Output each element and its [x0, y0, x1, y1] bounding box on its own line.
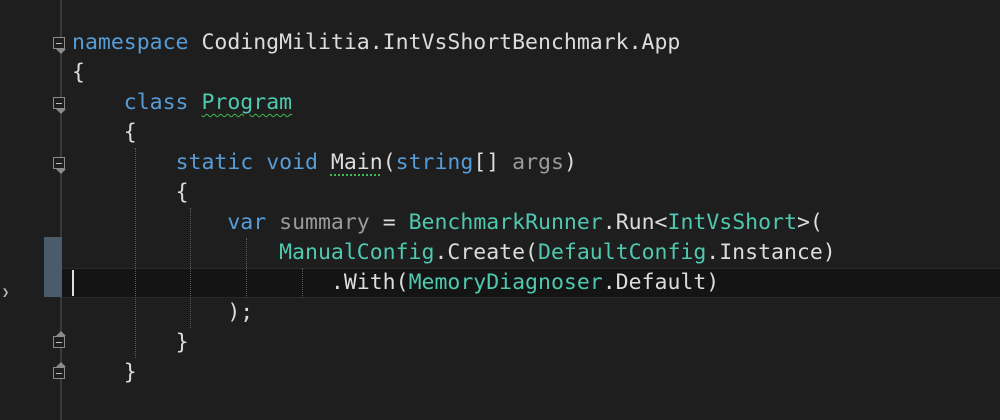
code-token: ); [227, 300, 254, 325]
code-token: = [369, 210, 409, 235]
code-token: BenchmarkRunner [408, 210, 603, 235]
code-line[interactable]: { [72, 178, 189, 208]
code-token: [] [473, 150, 513, 175]
code-line[interactable]: ManualConfig.Create(DefaultConfig.Instan… [72, 238, 836, 268]
code-token: ( [382, 150, 396, 175]
collapse-method-icon[interactable] [53, 157, 65, 169]
fold-tail-icon [56, 169, 66, 174]
line-marker-icon: ❯ [2, 285, 10, 299]
code-line[interactable]: } [72, 358, 137, 388]
code-line[interactable]: { [72, 58, 85, 88]
code-token: CodingMilitia.IntVsShortBenchmark.App [188, 30, 681, 55]
code-editor[interactable]: ❯ namespace CodingMilitia.IntVsShortBenc… [0, 0, 1000, 420]
code-token: .Instance) [706, 240, 836, 265]
code-token: IntVsShort [667, 210, 797, 235]
code-line[interactable]: var summary = BenchmarkRunner.Run<IntVsS… [72, 208, 823, 238]
code-line[interactable]: class Program [72, 88, 292, 118]
code-token: namespace [72, 30, 189, 55]
fold-tail-icon [56, 49, 66, 54]
code-token: >( [796, 210, 823, 235]
code-token: .Run< [602, 210, 668, 235]
fold-end-class-icon [53, 367, 65, 379]
code-line[interactable]: { [72, 118, 137, 148]
code-token: } [123, 360, 137, 385]
code-token: .Default) [602, 270, 720, 295]
code-line[interactable]: namespace CodingMilitia.IntVsShortBenchm… [72, 28, 680, 58]
code-line[interactable]: ); [72, 298, 253, 328]
fold-end-method-icon [53, 336, 65, 348]
code-token: summary [279, 210, 370, 235]
code-token: { [123, 120, 137, 145]
code-token: void [266, 150, 318, 175]
code-token: string [395, 150, 474, 175]
text-caret [72, 270, 74, 296]
change-tracking-bar [44, 237, 62, 297]
code-line[interactable]: static void Main(string[] args) [72, 148, 577, 178]
code-line[interactable]: .With(MemoryDiagnoser.Default) [72, 268, 719, 298]
collapse-class-icon[interactable] [53, 97, 65, 109]
code-token: class [123, 90, 189, 115]
code-token: args [512, 150, 564, 175]
code-token: Program [201, 90, 293, 115]
code-token: DefaultConfig [538, 240, 707, 265]
code-token: ManualConfig [279, 240, 435, 265]
collapse-namespace-icon[interactable] [53, 37, 65, 49]
fold-tail-icon [56, 109, 66, 114]
code-token: } [175, 330, 189, 355]
code-token: MemoryDiagnoser [408, 270, 603, 295]
code-token: Main [330, 150, 383, 175]
code-token: .With( [330, 270, 409, 295]
code-token: { [175, 180, 189, 205]
code-line[interactable]: } [72, 328, 189, 358]
gutter-margin [60, 0, 62, 420]
code-token: .Create( [434, 240, 539, 265]
code-token: var [227, 210, 267, 235]
code-token: static [175, 150, 254, 175]
code-token: { [72, 60, 85, 85]
code-token: ) [563, 150, 577, 175]
